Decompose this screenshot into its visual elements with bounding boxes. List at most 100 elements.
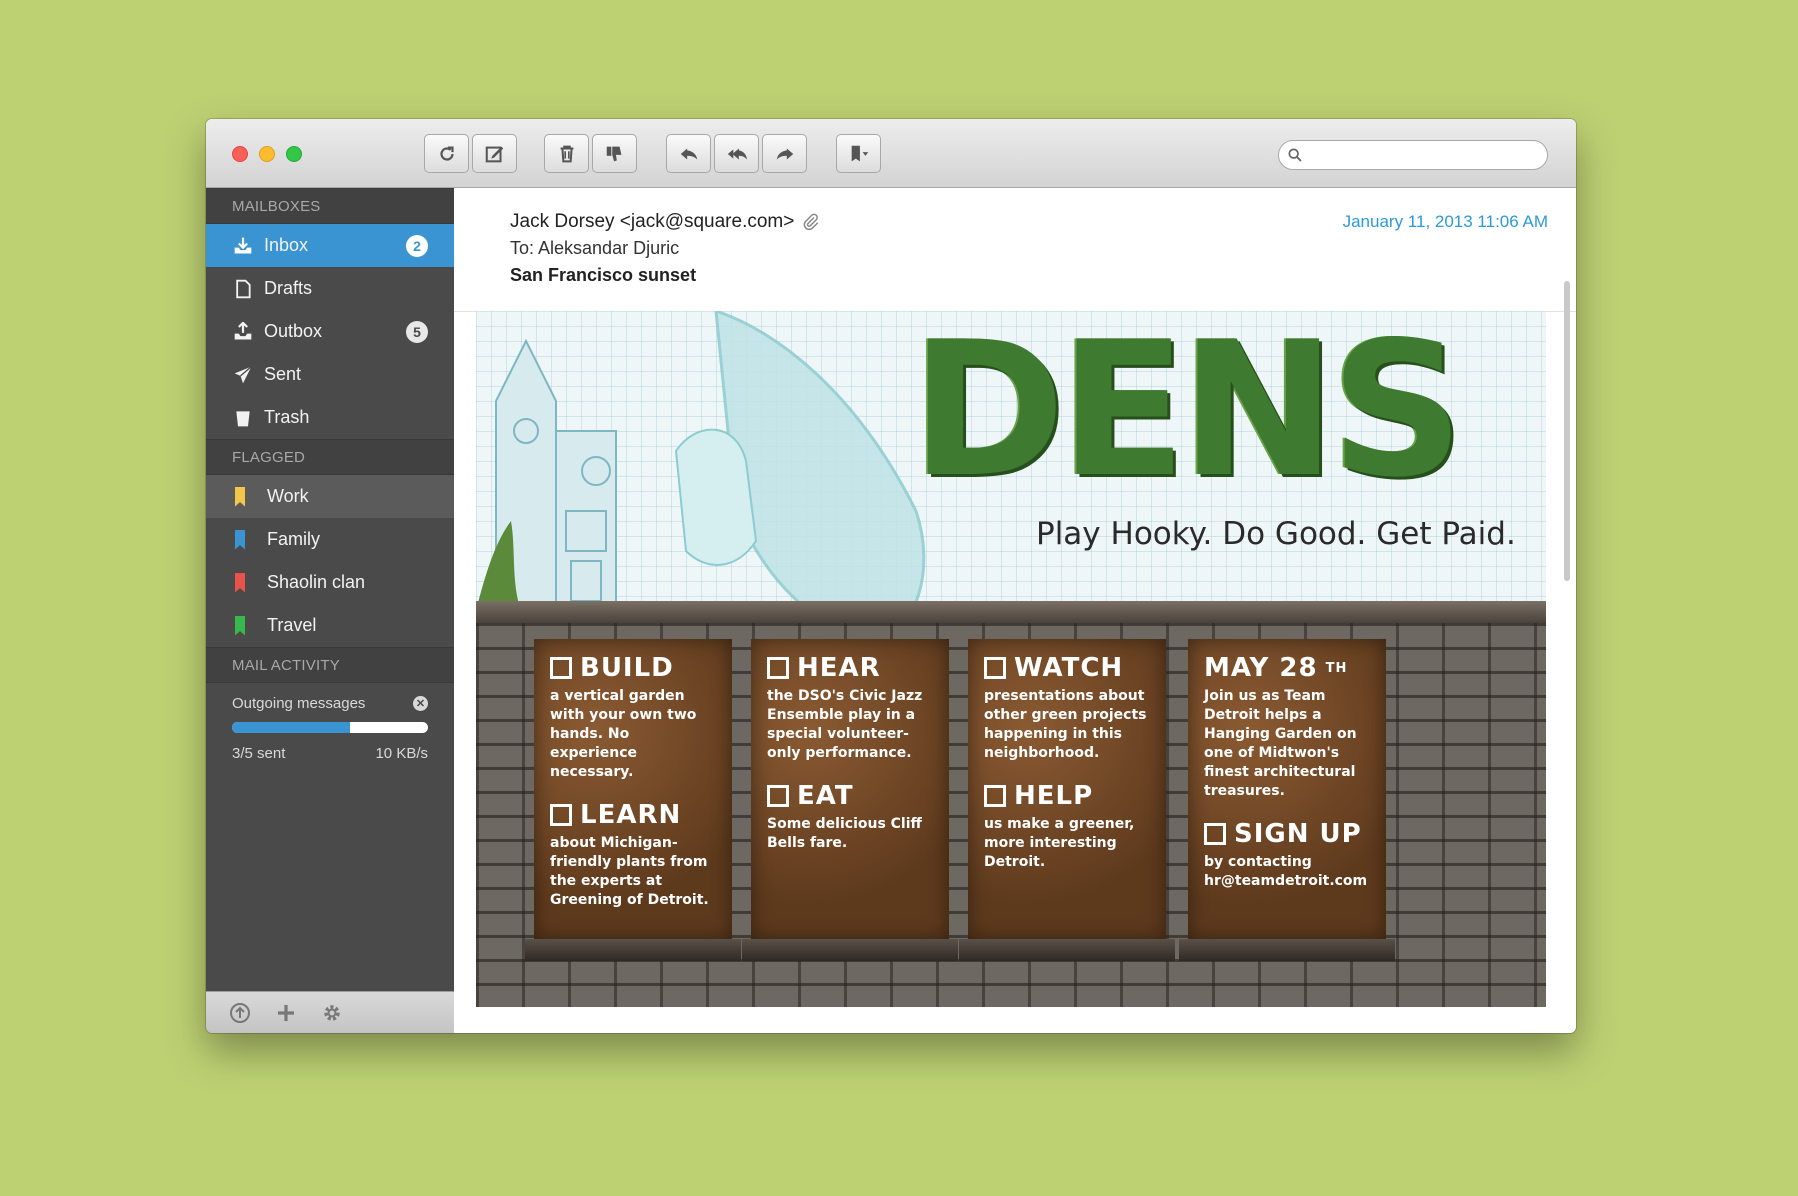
sidebar-footer: [206, 991, 454, 1033]
junk-button[interactable]: [592, 134, 637, 173]
sidebar-item-label: Drafts: [264, 278, 313, 298]
sidebar-item-label: Travel: [267, 615, 317, 635]
outbox-icon: [232, 321, 254, 343]
sidebar-item-inbox[interactable]: Inbox 2: [206, 224, 454, 267]
mail-activity-panel: Outgoing messages ✕ 3/5 sent 10 KB/s: [206, 683, 454, 762]
trash-icon: [232, 407, 254, 429]
message-recipient: To: Aleksandar Djuric: [510, 238, 680, 258]
sidebar-item-label: Outbox: [264, 321, 323, 341]
heading-text: LEARN: [580, 800, 682, 830]
forward-button[interactable]: [762, 134, 807, 173]
sidebar-item-travel[interactable]: Travel: [206, 604, 454, 647]
checkbox-icon: [984, 657, 1006, 679]
flag-dropdown-icon: [851, 145, 868, 161]
forward-icon: [776, 148, 793, 159]
search-input[interactable]: [1309, 146, 1539, 164]
reply-button[interactable]: [666, 134, 711, 173]
sidebar: MAILBOXES Inbox 2 Drafts Outbox 5 Sent T…: [206, 188, 454, 1033]
sidebar-item-label: Trash: [264, 407, 310, 427]
outbox-count-badge: 5: [406, 321, 428, 343]
panel-heading: MAY 28 TH: [1204, 653, 1370, 683]
checkbox-icon: [767, 657, 789, 679]
panel-heading: EAT: [767, 781, 933, 811]
activity-panel-hear: HEAR the DSO's Civic Jazz Ensemble play …: [751, 639, 949, 939]
checkbox-icon: [767, 785, 789, 807]
sidebar-item-work[interactable]: Work: [206, 475, 454, 518]
flag-menu-button[interactable]: [836, 134, 881, 173]
sidebar-item-shaolin-clan[interactable]: Shaolin clan: [206, 561, 454, 604]
compose-icon: [485, 146, 503, 162]
reply-all-icon: [727, 148, 747, 159]
sidebar-item-family[interactable]: Family: [206, 518, 454, 561]
green-flag-icon: [235, 615, 245, 636]
wall-ledge: [476, 601, 1546, 623]
blue-flag-icon: [235, 529, 245, 550]
checkbox-icon: [550, 804, 572, 826]
dens-title: DENS: [911, 311, 1464, 518]
document-icon: [232, 278, 254, 300]
refresh-icon: [439, 145, 454, 161]
message-subject: San Francisco sunset: [510, 265, 697, 285]
panel-heading: LEARN: [550, 800, 716, 830]
planter-base: [525, 939, 741, 961]
scrollbar[interactable]: [1564, 281, 1570, 581]
upload-icon[interactable]: [228, 1001, 252, 1025]
add-icon[interactable]: [274, 1001, 298, 1025]
sidebar-item-trash[interactable]: Trash: [206, 396, 454, 439]
toolbar: [206, 119, 1576, 188]
sidebar-item-label: Shaolin clan: [267, 572, 366, 592]
heading-text: WATCH: [1014, 653, 1124, 683]
outgoing-progress-bar: [232, 722, 428, 733]
panel-text: the DSO's Civic Jazz Ensemble play in a …: [767, 688, 923, 761]
unread-count-badge: 2: [406, 235, 428, 257]
panel-heading: HELP: [984, 781, 1150, 811]
heading-text: HELP: [1014, 781, 1094, 811]
search-icon: [1288, 148, 1302, 162]
close-window-button[interactable]: [232, 146, 248, 162]
message-from: Jack Dorsey <jack@square.com>: [510, 211, 820, 233]
sidebar-item-outbox[interactable]: Outbox 5: [206, 310, 454, 353]
search-field[interactable]: [1278, 140, 1548, 170]
panel-text: about Michigan-friendly plants from the …: [550, 835, 709, 908]
panel-text: presentations about other green projects…: [984, 688, 1147, 761]
planter-base: [742, 939, 958, 961]
sidebar-item-label: Work: [267, 486, 309, 506]
flagged-heading: FLAGGED: [206, 439, 454, 475]
artwork-header-area: DENS Play Hooky. Do Good. Get Paid.: [476, 311, 1546, 643]
sender[interactable]: Jack Dorsey <jack@square.com>: [510, 211, 794, 233]
sidebar-item-label: Sent: [264, 364, 302, 384]
sidebar-item-label: Inbox: [264, 235, 309, 255]
heading-text: MAY 28: [1204, 653, 1318, 683]
refresh-button[interactable]: [424, 134, 469, 173]
heading-text: SIGN UP: [1234, 819, 1362, 849]
minimize-window-button[interactable]: [259, 146, 275, 162]
sidebar-item-sent[interactable]: Sent: [206, 353, 454, 396]
mail-window: MAILBOXES Inbox 2 Drafts Outbox 5 Sent T…: [206, 119, 1576, 1033]
gear-icon[interactable]: [320, 1001, 344, 1025]
activity-panel-build: BUILD a vertical garden with your own tw…: [534, 639, 732, 939]
email-body-artwork: DENS Play Hooky. Do Good. Get Paid. BUIL…: [476, 311, 1546, 1007]
delete-button[interactable]: [544, 134, 589, 173]
paper-plane-icon: [232, 364, 254, 386]
planter-base: [959, 939, 1175, 961]
activity-panel-watch: WATCH presentations about other green pr…: [968, 639, 1166, 939]
panel-heading: HEAR: [767, 653, 933, 683]
reply-icon: [680, 148, 697, 159]
reply-all-button[interactable]: [714, 134, 759, 173]
sidebar-item-drafts[interactable]: Drafts: [206, 267, 454, 310]
checkbox-icon: [1204, 823, 1226, 845]
sidebar-item-label: Family: [267, 529, 320, 549]
cancel-sending-button[interactable]: ✕: [413, 696, 428, 711]
progress-fill: [232, 722, 350, 733]
heading-text: BUILD: [580, 653, 674, 683]
transfer-rate: 10 KB/s: [375, 745, 428, 762]
inbox-icon: [232, 235, 254, 257]
compose-button[interactable]: [472, 134, 517, 173]
paperclip-icon[interactable]: [802, 212, 820, 232]
activity-panel-may: MAY 28 TH Join us as Team Detroit helps a…: [1188, 639, 1386, 939]
message-header: Jack Dorsey <jack@square.com> To: Aleksa…: [454, 188, 1576, 312]
panel-heading: BUILD: [550, 653, 716, 683]
panel-text: us make a greener, more interesting Detr…: [984, 816, 1135, 870]
panel-text: by contacting hr@teamdetroit.com: [1204, 854, 1368, 889]
zoom-window-button[interactable]: [286, 146, 302, 162]
